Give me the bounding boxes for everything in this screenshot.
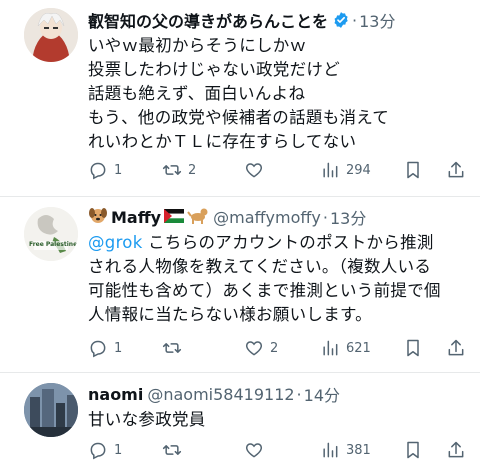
dog2-emoji-icon xyxy=(187,206,209,228)
timestamp[interactable]: 14分 xyxy=(304,382,340,406)
handle[interactable]: @maffymoffy xyxy=(213,208,321,227)
retweet-icon xyxy=(162,343,182,353)
avatar[interactable] xyxy=(24,383,78,437)
tweet-actions: 1 2 294 xyxy=(88,159,468,181)
tweet-line: 甘いな参政党員 xyxy=(88,410,206,429)
share-icon xyxy=(448,161,464,178)
bookmark-icon xyxy=(407,441,419,459)
reply-count: 1 xyxy=(114,340,123,356)
timestamp[interactable]: 13分 xyxy=(359,8,395,32)
tweet-actions: 1 381 xyxy=(88,439,468,461)
share-button[interactable] xyxy=(446,440,466,460)
retweet-button[interactable]: 2 xyxy=(162,160,196,180)
tweet-text: @grok こちらのアカウントのポストから推測 される人物像を教えてください。（… xyxy=(88,231,466,327)
tweet-line: 話題も絶えず、面白いんよね xyxy=(88,84,306,103)
bookmark-icon xyxy=(407,161,419,179)
retweet-icon xyxy=(162,165,182,175)
views-count: 621 xyxy=(346,340,371,356)
tweet-header: Maffy @maffymoffy · 13分 xyxy=(88,205,472,229)
views-button[interactable]: 294 xyxy=(320,160,371,180)
dog-emoji-icon xyxy=(88,205,108,229)
tweet-line: いやｗ最初からそうにしかｗ xyxy=(88,36,307,55)
tweet-line-text: こちらのアカウントのポストから推測 xyxy=(142,233,434,252)
tweet[interactable]: naomi @naomi58419112 · 14分 甘いな参政党員 1 381 xyxy=(0,373,480,472)
display-name[interactable]: 叡智知の父の導きがあらんことを xyxy=(88,8,328,32)
tweet[interactable]: 叡智知の父の導きがあらんことを · 13分 いやｗ最初からそうにしかｗ 投票した… xyxy=(0,0,480,190)
avatar-image xyxy=(24,207,78,261)
avatar[interactable]: Free Palestine xyxy=(24,207,78,261)
like-button[interactable]: 2 xyxy=(244,338,278,358)
display-name[interactable]: naomi xyxy=(88,385,143,404)
palestine-flag-icon xyxy=(164,208,185,227)
verified-badge-icon xyxy=(334,12,348,28)
avatar[interactable] xyxy=(24,8,78,62)
bookmark-icon xyxy=(407,339,419,357)
views-count: 294 xyxy=(346,162,371,178)
like-icon xyxy=(245,443,263,458)
tweet-line: 人情報に当たらない様お願いします。 xyxy=(88,305,372,324)
tweet-header: naomi @naomi58419112 · 14分 xyxy=(88,382,472,406)
tweet-line: れいわとかＴＬに存在すらしてない xyxy=(88,132,357,151)
handle[interactable]: @naomi58419112 xyxy=(147,385,294,404)
like-icon xyxy=(245,163,263,178)
bookmark-button[interactable] xyxy=(403,338,423,358)
reply-button[interactable]: 1 xyxy=(88,338,122,358)
separator-dot: · xyxy=(296,384,302,404)
views-count: 381 xyxy=(346,442,371,458)
separator-dot: · xyxy=(352,10,358,30)
tweet-actions: 1 2 621 xyxy=(88,337,468,359)
like-button[interactable] xyxy=(244,440,270,460)
views-icon xyxy=(323,162,338,178)
like-button[interactable] xyxy=(244,160,270,180)
reply-count: 1 xyxy=(114,162,123,178)
tweet-header: 叡智知の父の導きがあらんことを · 13分 xyxy=(88,8,472,32)
reply-button[interactable]: 1 xyxy=(88,160,122,180)
views-icon xyxy=(323,340,338,356)
share-button[interactable] xyxy=(446,338,466,358)
tweet-text: いやｗ最初からそうにしかｗ 投票したわけじゃない政党だけど 話題も絶えず、面白い… xyxy=(88,34,466,154)
views-button[interactable]: 381 xyxy=(320,440,371,460)
bookmark-button[interactable] xyxy=(403,160,423,180)
tweet-line: される人物像を教えてください。（複数人いる xyxy=(88,257,432,276)
tweet-line: もう、他の政党や候補者の話題も消えて xyxy=(88,108,390,127)
tweet-line: 投票したわけじゃない政党だけど xyxy=(88,60,340,79)
share-icon xyxy=(448,339,464,356)
reply-button[interactable]: 1 xyxy=(88,440,122,460)
avatar-image xyxy=(24,8,78,62)
bookmark-button[interactable] xyxy=(403,440,423,460)
views-icon xyxy=(323,442,338,458)
share-icon xyxy=(448,441,464,458)
like-icon xyxy=(245,341,263,356)
timestamp[interactable]: 13分 xyxy=(330,205,366,229)
avatar-image xyxy=(24,383,78,437)
views-button[interactable]: 621 xyxy=(320,338,371,358)
reply-count: 1 xyxy=(114,442,123,458)
display-name[interactable]: Maffy xyxy=(111,208,161,227)
tweet-line: @grok こちらのアカウントのポストから推測 xyxy=(88,231,466,255)
retweet-icon xyxy=(162,445,182,455)
separator-dot: · xyxy=(322,207,328,227)
reply-icon xyxy=(90,162,106,180)
tweet-text: 甘いな参政党員 xyxy=(88,408,466,432)
retweet-count: 2 xyxy=(188,162,197,178)
retweet-button[interactable] xyxy=(162,440,188,460)
tweet[interactable]: Free Palestine Maffy @maffymoffy · 13分 @… xyxy=(0,197,480,371)
mention-link[interactable]: @grok xyxy=(88,233,143,252)
reply-icon xyxy=(90,340,106,358)
avatar-text: Free Palestine xyxy=(29,241,78,248)
retweet-button[interactable] xyxy=(162,338,188,358)
like-count: 2 xyxy=(270,340,279,356)
reply-icon xyxy=(90,442,106,460)
tweet-line: 可能性も含めて）あくまで推測という前提で個 xyxy=(88,281,441,300)
share-button[interactable] xyxy=(446,160,466,180)
timeline: 叡智知の父の導きがあらんことを · 13分 いやｗ最初からそうにしかｗ 投票した… xyxy=(0,0,480,472)
